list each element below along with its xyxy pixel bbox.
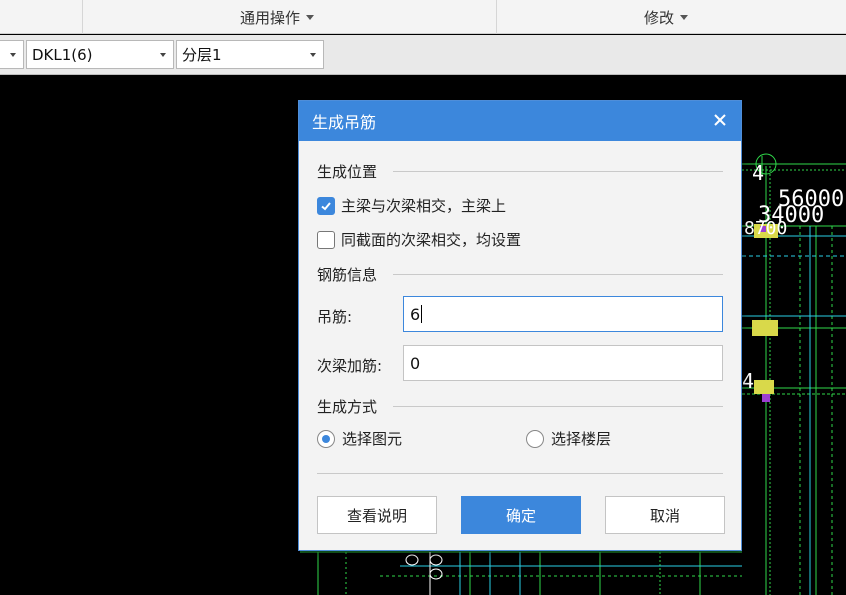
chevron-down-icon — [10, 53, 16, 57]
ribbon-group-modify[interactable]: 修改 — [644, 7, 689, 28]
dialog-titlebar[interactable]: 生成吊筋 — [299, 101, 741, 141]
ribbon-group-label: 修改 — [644, 9, 675, 27]
chevron-down-icon — [310, 53, 316, 57]
chevron-down-icon — [306, 15, 315, 20]
radio-label: 选择楼层 — [551, 430, 612, 448]
section-position: 生成位置 — [317, 161, 377, 182]
beam-combo[interactable]: DKL1(6) — [26, 40, 174, 69]
checkbox-checked[interactable] — [317, 196, 335, 215]
hanger-value: 6 — [410, 304, 421, 324]
ribbon-separator — [82, 0, 83, 34]
chevron-down-icon — [160, 53, 166, 57]
axis-label-4: 4 — [752, 161, 764, 185]
section-divider — [393, 171, 723, 172]
section-divider — [393, 406, 723, 407]
ok-button[interactable]: 确定 — [461, 496, 581, 534]
dialog-title: 生成吊筋 — [312, 113, 377, 132]
secondary-rebar-value: 0 — [410, 353, 421, 373]
section-title: 生成位置 — [317, 163, 378, 181]
checkbox-unchecked[interactable] — [317, 230, 335, 249]
section-title: 生成方式 — [317, 398, 378, 416]
layer-combo-value: 分层1 — [182, 46, 222, 64]
property-toolbar: DKL1(6) 分层1 — [0, 35, 846, 75]
secondary-rebar-input[interactable]: 0 — [403, 345, 723, 381]
hanger-input[interactable]: 6 — [403, 296, 723, 332]
same-section-option[interactable]: 同截面的次梁相交，均设置 — [317, 229, 521, 250]
close-icon[interactable] — [711, 111, 729, 129]
ribbon-separator — [496, 0, 497, 34]
radio-label: 选择图元 — [342, 430, 403, 448]
layer-combo[interactable]: 分层1 — [176, 40, 324, 69]
option-label: 主梁与次梁相交，主梁上 — [341, 197, 507, 215]
axis-label-4-lower: 4 — [742, 369, 754, 393]
help-button[interactable]: 查看说明 — [317, 496, 437, 534]
radio-selected[interactable] — [317, 429, 335, 448]
radio-unselected[interactable] — [526, 429, 544, 448]
beam-combo-value: DKL1(6) — [32, 45, 93, 64]
ribbon-group-label: 通用操作 — [240, 9, 301, 27]
dimension-label-8700: 8700 — [744, 218, 787, 239]
main-beam-option[interactable]: 主梁与次梁相交，主梁上 — [317, 195, 506, 216]
footer-divider — [317, 473, 723, 474]
radio-select-floor[interactable]: 选择楼层 — [526, 428, 611, 449]
type-combo[interactable] — [0, 40, 24, 69]
section-title: 钢筋信息 — [317, 266, 378, 284]
section-divider — [393, 274, 723, 275]
secondary-rebar-label: 次梁加筋: — [317, 357, 383, 375]
radio-select-element[interactable]: 选择图元 — [317, 428, 402, 449]
hanger-label: 吊筋: — [317, 308, 353, 326]
text-cursor — [421, 305, 423, 323]
ribbon-group-general-ops[interactable]: 通用操作 — [240, 7, 315, 28]
radio-dot-icon — [322, 434, 330, 443]
cancel-button[interactable]: 取消 — [605, 496, 725, 534]
ribbon-bar: 通用操作 修改 — [0, 0, 846, 34]
check-icon — [321, 201, 331, 210]
section-rebar: 钢筋信息 — [317, 264, 377, 285]
chevron-down-icon — [680, 15, 689, 20]
generate-hanger-dialog: 生成吊筋 生成位置 主梁与次梁相交，主梁上 同截面的次梁相交，均设置 钢筋信息 … — [298, 100, 742, 551]
option-label: 同截面的次梁相交，均设置 — [341, 231, 522, 249]
section-method: 生成方式 — [317, 396, 377, 417]
